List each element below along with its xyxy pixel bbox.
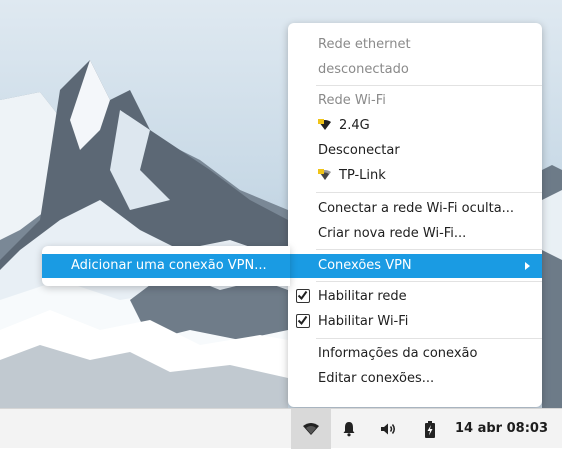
wifi-secure-icon — [318, 119, 331, 130]
edit-connections-item[interactable]: Editar conexões... — [288, 367, 542, 391]
wifi-network-name: TP-Link — [339, 168, 386, 183]
wifi-network-tp-link[interactable]: TP-Link — [288, 164, 542, 188]
volume-tray-button[interactable] — [376, 409, 402, 449]
connect-hidden-wifi-item[interactable]: Conectar a rede Wi-Fi oculta... — [288, 197, 542, 221]
volume-icon — [381, 423, 395, 435]
vpn-submenu: Adicionar uma conexão VPN... — [42, 246, 290, 286]
enable-wifi-toggle[interactable]: Habilitar Wi-Fi — [288, 310, 542, 334]
clock[interactable]: 14 abr 08:03 — [455, 409, 548, 449]
bell-icon — [343, 422, 355, 437]
vpn-connections-label: Conexões VPN — [318, 258, 412, 273]
submenu-arrow-icon — [525, 262, 530, 270]
menu-separator — [316, 249, 542, 250]
wifi-network-name: 2.4G — [339, 118, 370, 133]
wifi-network-2-4g[interactable]: 2.4G — [288, 114, 542, 138]
network-wifi-icon — [303, 423, 319, 435]
battery-tray-button[interactable] — [418, 409, 442, 449]
enable-network-label: Habilitar rede — [318, 289, 407, 304]
ethernet-header: Rede ethernet — [318, 37, 411, 52]
wifi-secure-icon — [318, 169, 331, 180]
vpn-connections-item[interactable]: Conexões VPN — [288, 254, 542, 278]
add-vpn-connection-item[interactable]: Adicionar uma conexão VPN... — [42, 254, 290, 278]
enable-network-toggle[interactable]: Habilitar rede — [288, 285, 542, 309]
enable-wifi-label: Habilitar Wi-Fi — [318, 314, 409, 329]
create-wifi-network-item[interactable]: Criar nova rede Wi-Fi... — [288, 222, 542, 246]
disconnect-item[interactable]: Desconectar — [288, 139, 542, 163]
network-menu: Rede ethernet desconectado Rede Wi-Fi 2.… — [288, 23, 542, 407]
menu-separator — [316, 338, 542, 339]
battery-charging-icon — [425, 420, 435, 438]
ethernet-status: desconectado — [318, 62, 409, 77]
network-tray-button[interactable] — [291, 409, 331, 449]
checkbox-checked-icon[interactable] — [296, 289, 310, 303]
wifi-header: Rede Wi-Fi — [318, 93, 386, 108]
taskbar: 14 abr 08:03 — [0, 408, 562, 449]
menu-separator — [316, 192, 542, 193]
notifications-tray-button[interactable] — [336, 409, 362, 449]
menu-separator — [316, 281, 542, 282]
checkbox-checked-icon[interactable] — [296, 314, 310, 328]
menu-separator — [316, 85, 542, 86]
connection-info-item[interactable]: Informações da conexão — [288, 342, 542, 366]
